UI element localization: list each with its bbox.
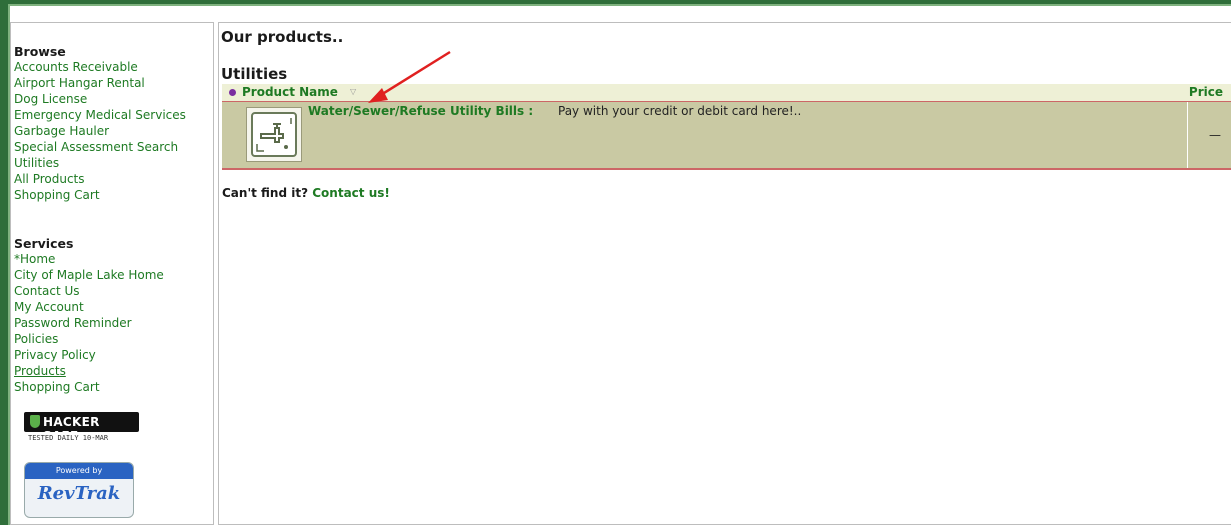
sidebar-item-dog-license[interactable]: Dog License — [14, 92, 87, 106]
bullet-icon — [229, 89, 236, 96]
sidebar-item-garbage-hauler[interactable]: Garbage Hauler — [14, 124, 109, 138]
shield-icon — [30, 415, 40, 428]
sidebar-item-products[interactable]: Products — [14, 364, 66, 378]
page-title: Our products.. — [221, 28, 344, 46]
hacker-safe-subtext: TESTED DAILY 10-MAR — [28, 434, 109, 442]
sidebar-item-policies[interactable]: Policies — [14, 332, 58, 346]
sidebar-item-special-assessment-search[interactable]: Special Assessment Search — [14, 140, 178, 154]
sidebar-item-emergency-medical-services[interactable]: Emergency Medical Services — [14, 108, 186, 122]
sort-arrow-icon[interactable]: ▽ — [350, 87, 356, 96]
price-cell: — — [1187, 102, 1231, 168]
sidebar-item-airport-hangar-rental[interactable]: Airport Hangar Rental — [14, 76, 145, 90]
contact-us-link[interactable]: Contact us! — [312, 186, 390, 200]
revtrak-badge[interactable]: Powered by RevTrak — [24, 462, 134, 518]
sidebar-item-shopping-cart[interactable]: Shopping Cart — [14, 188, 100, 202]
services-heading: Services — [14, 236, 74, 251]
table-row: Water/Sewer/Refuse Utility Bills : Pay w… — [222, 102, 1231, 170]
faucet-icon-svg — [256, 118, 292, 152]
sidebar-item-home[interactable]: *Home — [14, 252, 55, 266]
price-header: Price — [1188, 85, 1223, 99]
revtrak-logo: RevTrak — [37, 483, 121, 504]
red-arrow-annotation — [368, 50, 451, 103]
product-description: Pay with your credit or debit card here!… — [558, 104, 802, 118]
hacker-safe-badge[interactable]: HACKER SAFE TESTED DAILY 10-MAR — [24, 412, 139, 448]
cant-find-text: Can't find it? — [222, 186, 309, 200]
sidebar-item-city-home[interactable]: City of Maple Lake Home — [14, 268, 164, 282]
sidebar-item-password-reminder[interactable]: Password Reminder — [14, 316, 132, 330]
sidebar-item-my-account[interactable]: My Account — [14, 300, 84, 314]
sidebar-item-accounts-receivable[interactable]: Accounts Receivable — [14, 60, 138, 74]
product-thumbnail[interactable] — [246, 107, 302, 162]
sidebar-item-contact-us[interactable]: Contact Us — [14, 284, 80, 298]
cant-find-line: Can't find it? Contact us! — [222, 186, 390, 200]
browse-heading: Browse — [14, 44, 66, 59]
product-name-sort-header[interactable]: Product Name — [242, 85, 338, 99]
revtrak-powered-by: Powered by — [25, 463, 133, 479]
price-value: — — [1209, 128, 1221, 142]
sidebar-item-privacy-policy[interactable]: Privacy Policy — [14, 348, 96, 362]
sidebar-item-all-products[interactable]: All Products — [14, 172, 85, 186]
sidebar-item-utilities[interactable]: Utilities — [14, 156, 59, 170]
faucet-icon — [251, 112, 297, 157]
hacker-safe-box: HACKER SAFE — [24, 412, 139, 443]
section-title: Utilities — [221, 65, 288, 83]
sidebar-item-shopping-cart-2[interactable]: Shopping Cart — [14, 380, 100, 394]
